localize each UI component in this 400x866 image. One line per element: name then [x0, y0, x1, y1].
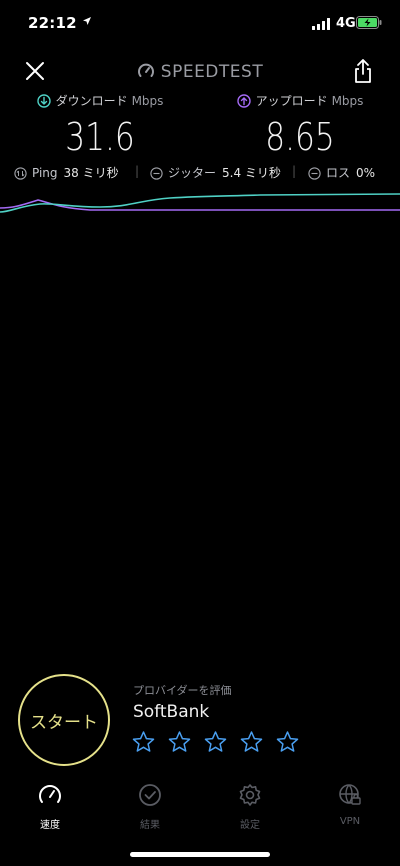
start-button-label: スタート: [30, 712, 98, 733]
gear-icon: [239, 784, 261, 806]
network-type: 4G: [336, 16, 356, 31]
tab-bar: 速度 結果 設定 VPN: [0, 782, 400, 832]
speed-graph: [0, 193, 400, 213]
app-title-text: SPEEDTEST: [160, 62, 264, 82]
star-icon[interactable]: [131, 730, 156, 754]
tab-vpn[interactable]: VPN: [310, 782, 390, 827]
home-indicator[interactable]: [130, 852, 270, 857]
tab-settings[interactable]: 設定: [210, 782, 290, 831]
app-title: SPEEDTEST: [0, 62, 400, 82]
start-button[interactable]: スタート: [18, 674, 110, 766]
loss-value: 0%: [356, 166, 376, 180]
app-header: SPEEDTEST: [0, 56, 400, 88]
location-arrow-icon: [83, 17, 91, 25]
tab-results[interactable]: 結果: [110, 782, 190, 831]
globe-lock-icon: [339, 784, 361, 805]
tab-speed[interactable]: 速度: [10, 782, 90, 831]
tab-vpn-label: VPN: [339, 816, 361, 827]
download-value: 31.6: [65, 115, 135, 159]
rating-stars: [131, 730, 306, 756]
upload-arrow-icon: [236, 94, 251, 108]
tab-settings-label: 設定: [240, 820, 260, 831]
upload-metric: アップロード Mbps 8.65: [200, 92, 400, 160]
battery-charging-icon: [356, 16, 382, 29]
tab-speed-label: 速度: [40, 820, 60, 831]
jitter-stat: ジッター 5.4 ミリ秒: [150, 164, 281, 181]
ping-stat: Ping 38 ミリ秒: [14, 164, 119, 181]
stats-row: Ping 38 ミリ秒 | ジッター 5.4 ミリ秒 | ロス 0%: [0, 164, 400, 182]
upload-value: 8.65: [265, 115, 335, 159]
upload-label-row: アップロード Mbps: [200, 92, 400, 110]
ping-label: Ping: [32, 166, 58, 180]
loss-label: ロス: [326, 166, 351, 180]
ping-value: 38 ミリ秒: [63, 166, 119, 180]
share-icon[interactable]: [352, 58, 374, 84]
star-icon[interactable]: [203, 730, 228, 754]
star-icon[interactable]: [275, 730, 300, 754]
status-time: 22:12: [28, 14, 77, 32]
jitter-label: ジッター: [168, 166, 217, 180]
loss-stat: ロス 0%: [308, 164, 375, 181]
speedtest-logo-icon: [137, 63, 154, 77]
provider-rating-caption: プロバイダーを評価: [133, 684, 232, 697]
star-icon[interactable]: [239, 730, 264, 754]
status-bar: 22:12 4G: [0, 0, 400, 48]
download-unit: Mbps: [131, 94, 164, 108]
cellular-signal-icon: [312, 18, 330, 30]
upload-label: アップロード: [255, 94, 328, 108]
jitter-icon: [150, 167, 163, 180]
jitter-value: 5.4 ミリ秒: [222, 166, 281, 180]
loss-icon: [308, 167, 321, 180]
upload-unit: Mbps: [331, 94, 364, 108]
tab-results-label: 結果: [140, 820, 160, 831]
download-label: ダウンロード: [55, 94, 128, 108]
star-icon[interactable]: [167, 730, 192, 754]
download-label-row: ダウンロード Mbps: [0, 92, 200, 110]
ping-icon: [14, 167, 27, 180]
download-arrow-icon: [36, 94, 51, 108]
gauge-icon: [39, 785, 61, 803]
stat-divider: |: [292, 164, 297, 178]
download-metric: ダウンロード Mbps 31.6: [0, 92, 200, 160]
stat-divider: |: [135, 164, 140, 178]
check-circle-icon: [139, 784, 161, 806]
provider-name: SoftBank: [133, 702, 210, 722]
